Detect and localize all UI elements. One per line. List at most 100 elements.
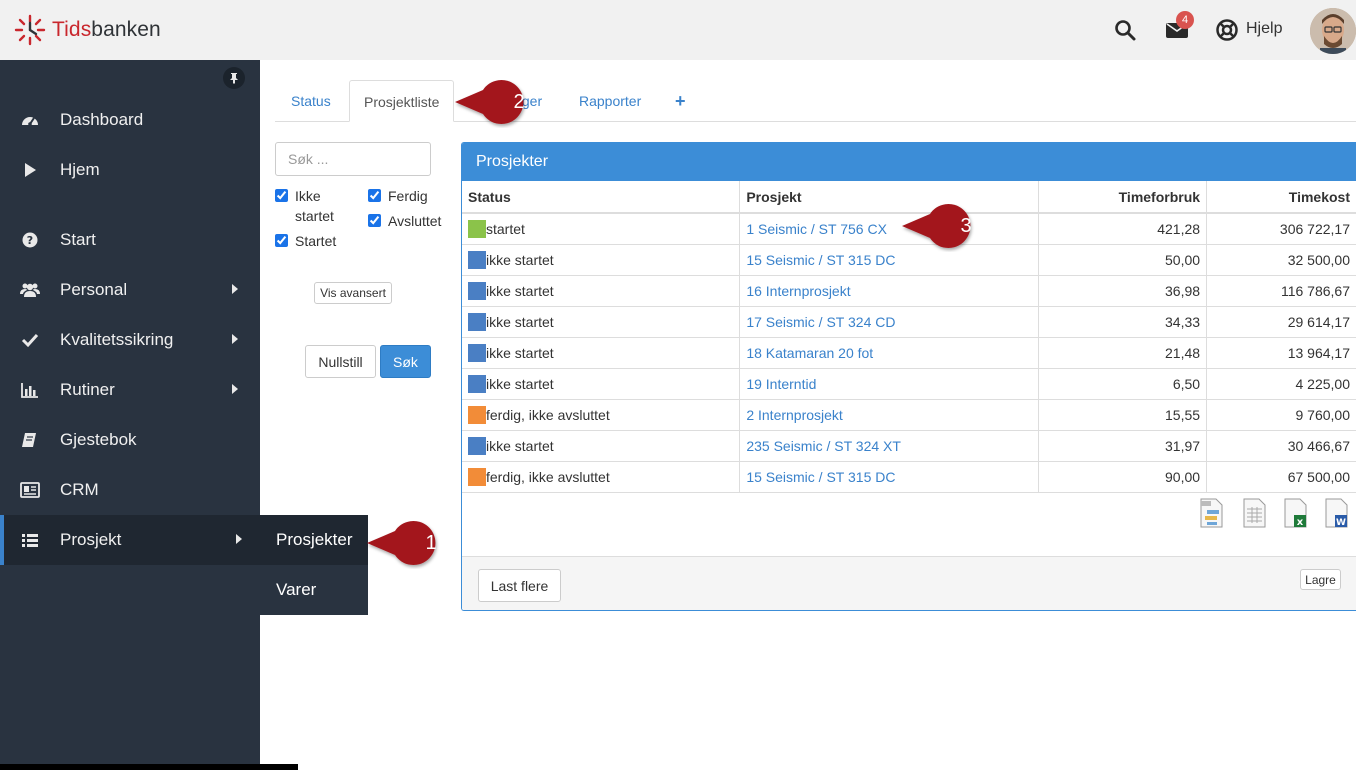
status-swatch [468,436,486,455]
tab-rapporter[interactable]: Rapporter [579,80,641,122]
callout-marker-1: 1 [365,521,453,569]
project-link[interactable]: 2 Internprosjekt [746,407,843,423]
project-cell: 16 Internprosjekt [739,275,1040,307]
checkbox-ikke-startet[interactable]: Ikke startet [275,186,355,226]
table-row[interactable]: ferdig, ikke avsluttet 2 Internprosjekt 15… [462,399,1356,431]
sidebar-item-label: CRM [60,480,99,499]
status-swatch [468,281,486,300]
column-header-prosjekt[interactable]: Prosjekt [739,181,1040,214]
project-link[interactable]: 1 Seismic / ST 756 CX [746,221,887,237]
list-icon [22,534,38,547]
project-link[interactable]: 15 Seismic / ST 315 DC [746,469,895,485]
checkbox-ferdig-input[interactable] [368,189,381,202]
project-link[interactable]: 17 Seismic / ST 324 CD [746,314,895,330]
table-row[interactable]: ikke startet 17 Seismic / ST 324 CD 34,33 2… [462,306,1356,338]
callout-number: 2 [513,91,525,113]
table-row[interactable]: ferdig, ikke avsluttet 15 Seismic / ST 31… [462,461,1356,493]
tab-prosjektliste[interactable]: Prosjektliste [349,80,455,122]
column-header-status[interactable]: Status [462,181,741,214]
project-link[interactable]: 235 Seismic / ST 324 XT [746,438,901,454]
cost-cell: 29 614,17 [1206,306,1356,338]
sidebar-item-label: Gjestebok [60,430,137,449]
users-icon [20,283,40,297]
user-avatar[interactable] [1310,8,1356,54]
table-row[interactable]: ikke startet 19 Interntid 6,50 4 225,00 [462,368,1356,400]
save-button[interactable]: Lagre [1300,569,1341,590]
status-text: ferdig, ikke avsluttet [486,406,610,423]
brand-name: Tidsbanken [52,18,161,41]
callout-marker-3: 3 [900,204,988,252]
tab-status[interactable]: Status [291,80,331,122]
pdf-export-icon[interactable] [1198,498,1224,528]
word-export-icon[interactable]: W [1323,498,1349,528]
cost-cell: 13 964,17 [1206,337,1356,369]
play-icon [25,163,36,177]
sidebar-item-dashboard[interactable]: Dashboard [0,95,260,145]
status-text: ferdig, ikke avsluttet [486,468,610,485]
logo[interactable]: Tidsbanken [14,14,161,46]
hours-cell: 34,33 [1038,306,1208,338]
project-cell: 2 Internprosjekt [739,399,1040,431]
sidebar-item-label: Hjem [60,160,100,179]
sidebar-item-prosjekt[interactable]: Prosjekt [0,515,260,565]
cost-cell: 4 225,00 [1206,368,1356,400]
submenu-item-varer[interactable]: Varer [260,565,368,615]
show-advanced-button[interactable]: Vis avansert [314,282,392,304]
project-cell: 15 Seismic / ST 315 DC [739,461,1040,493]
project-cell: 17 Seismic / ST 324 CD [739,306,1040,338]
lifebuoy-icon[interactable] [1215,18,1239,42]
hours-cell: 31,97 [1038,430,1208,462]
checkbox-startet[interactable]: Startet [275,231,336,251]
dashboard-icon [22,117,38,126]
project-link[interactable]: 19 Interntid [746,376,816,392]
project-link[interactable]: 15 Seismic / ST 315 DC [746,252,895,268]
excel-export-icon[interactable]: x [1282,498,1308,528]
notification-badge: 4 [1176,11,1194,29]
column-header-timekost[interactable]: Timekost [1206,181,1356,214]
project-cell: 18 Katamaran 20 fot [739,337,1040,369]
top-header: Tidsbanken 4 Hjelp [0,0,1356,60]
checkbox-ikke-startet-input[interactable] [275,189,288,202]
sidebar-item-label: Prosjekt [60,530,122,549]
checkbox-label: Startet [295,233,337,249]
search-icon[interactable] [1113,18,1137,42]
panel-footer: Last flere Lagre [462,556,1356,610]
checkbox-avsluttet[interactable]: Avsluttet [368,211,441,231]
column-header-timeforbruk[interactable]: Timeforbruk [1038,181,1208,214]
reset-button[interactable]: Nullstill [305,345,376,378]
search-input[interactable] [275,142,431,176]
submenu-item-prosjekter[interactable]: Prosjekter [260,515,368,565]
sidebar-item-start[interactable]: ? Start [0,215,260,265]
status-swatch [468,312,486,331]
sidebar-item-hjem[interactable]: Hjem [0,145,260,195]
cost-cell: 9 760,00 [1206,399,1356,431]
sidebar-item-rutiner[interactable]: Rutiner [0,365,260,415]
search-button[interactable]: Søk [380,345,431,378]
status-swatch [468,250,486,269]
project-link[interactable]: 16 Internprosjekt [746,283,850,299]
project-link[interactable]: 18 Katamaran 20 fot [746,345,873,361]
checkbox-ferdig[interactable]: Ferdig [368,186,428,206]
status-cell: ikke startet [462,275,741,307]
table-row[interactable]: ikke startet 18 Katamaran 20 fot 21,48 13 9… [462,337,1356,369]
status-cell: ferdig, ikke avsluttet [462,461,741,493]
table-row[interactable]: ikke startet 235 Seismic / ST 324 XT 31,97… [462,430,1356,462]
checkbox-startet-input[interactable] [275,234,288,247]
checkbox-avsluttet-input[interactable] [368,214,381,227]
sidebar-item-kvalitetssikring[interactable]: Kvalitetssikring [0,315,260,365]
sidebar-item-personal[interactable]: Personal [0,265,260,315]
svg-text:x: x [1297,517,1304,528]
chevron-right-icon [236,534,242,544]
help-link[interactable]: Hjelp [1246,20,1282,38]
print-export-icon[interactable] [1241,498,1267,528]
tab-add[interactable]: + [675,80,686,122]
table-row[interactable]: ikke startet 16 Internprosjekt 36,98 116 78… [462,275,1356,307]
sidebar-item-gjestebok[interactable]: Gjestebok [0,415,260,465]
checkbox-label: Ferdig [388,188,428,204]
bar-chart-icon [21,383,38,398]
load-more-button[interactable]: Last flere [478,569,561,602]
status-text: ikke startet [486,375,554,392]
sidebar-item-crm[interactable]: CRM [0,465,260,515]
pin-sidebar-button[interactable] [223,67,245,89]
sidebar-item-label: Personal [60,280,128,299]
